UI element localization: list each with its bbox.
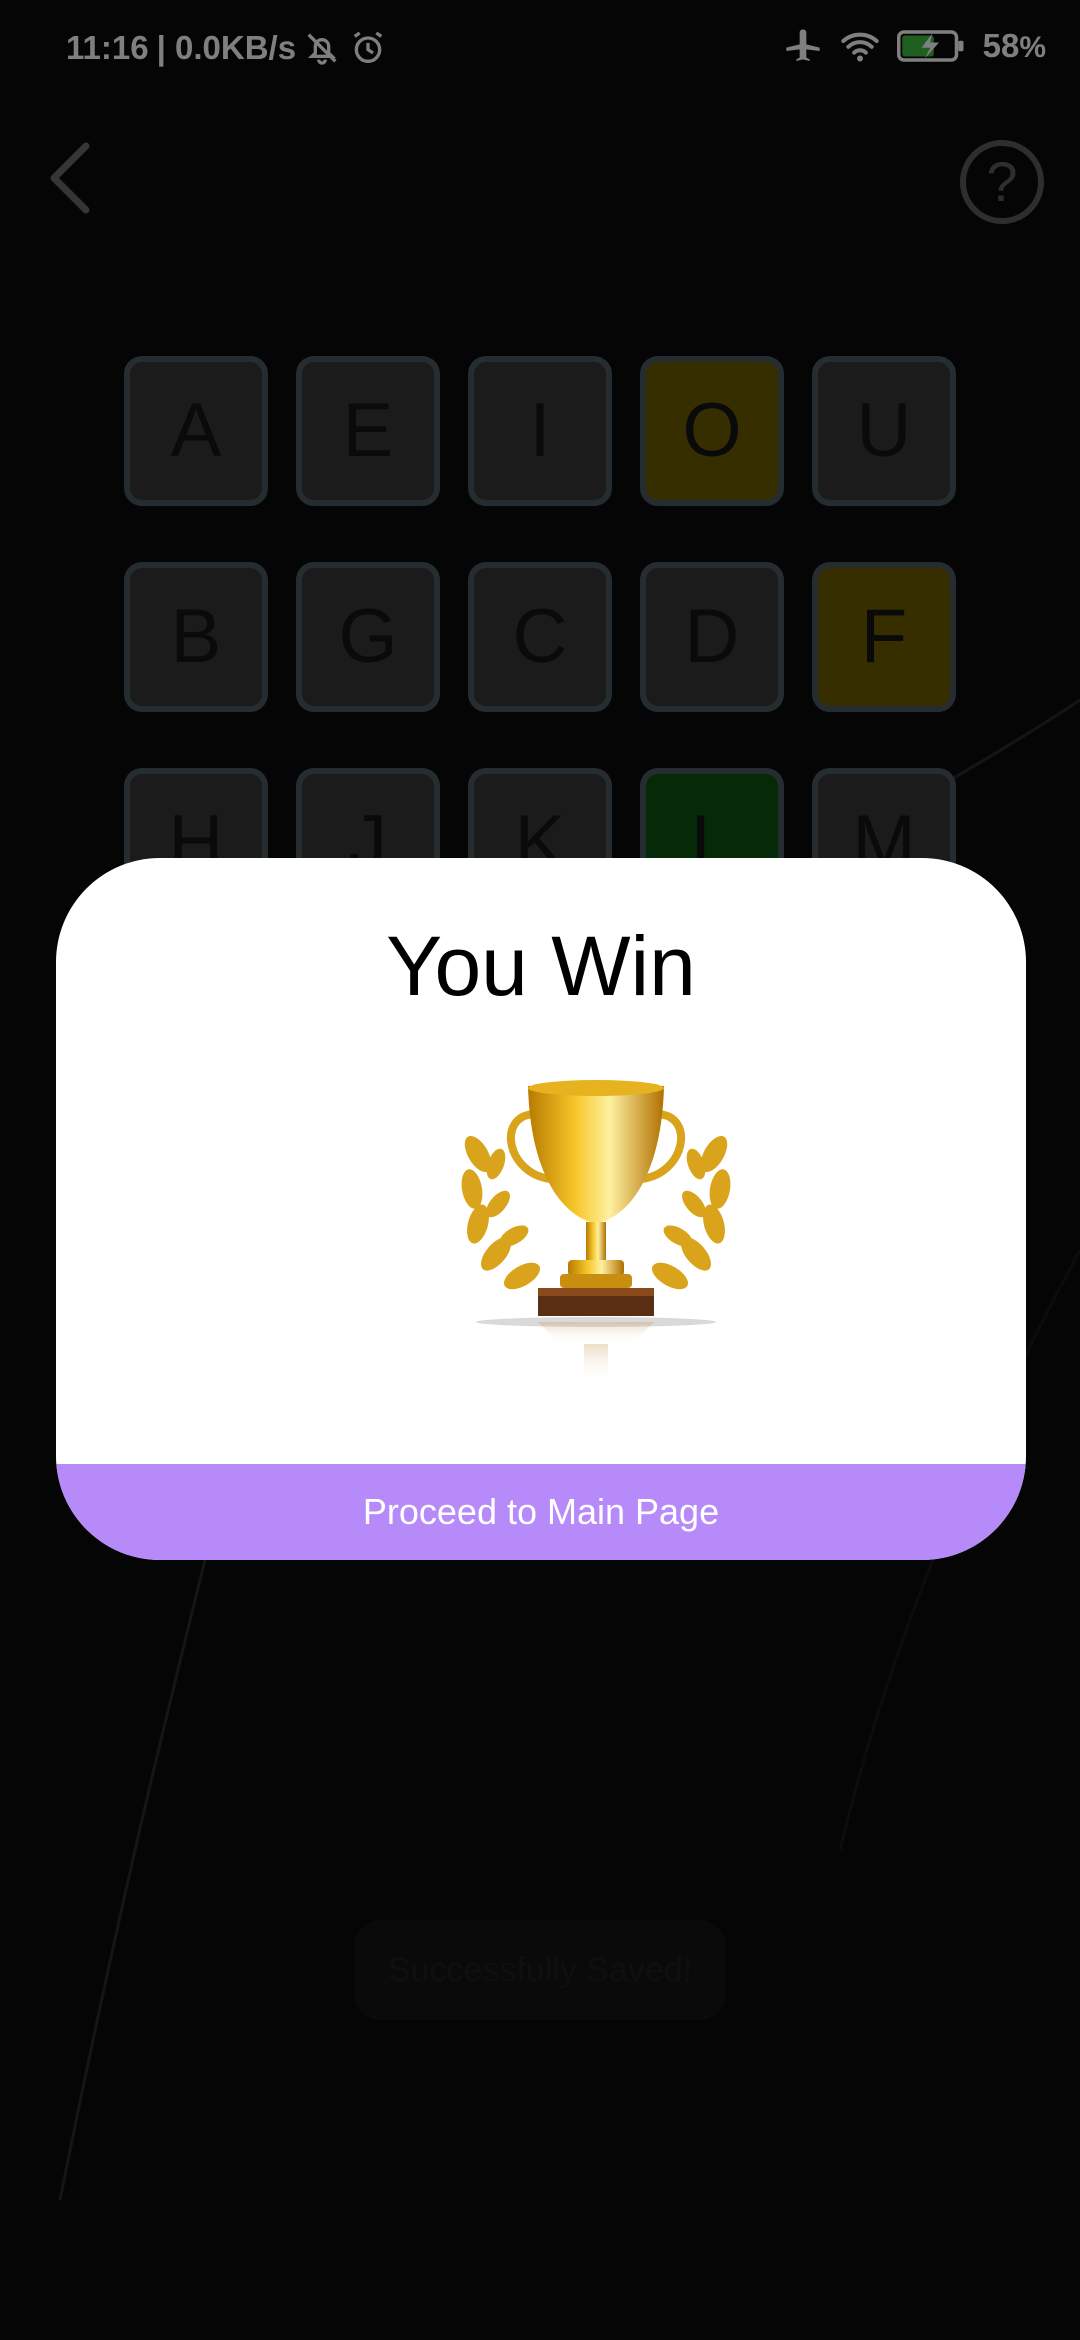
- win-dialog: You Win Proceed to Main Page: [56, 858, 1026, 1560]
- dialog-title: You Win: [386, 919, 696, 1013]
- trophy-icon: [461, 1080, 731, 1384]
- proceed-to-main-page-button[interactable]: Proceed to Main Page: [56, 1464, 1026, 1560]
